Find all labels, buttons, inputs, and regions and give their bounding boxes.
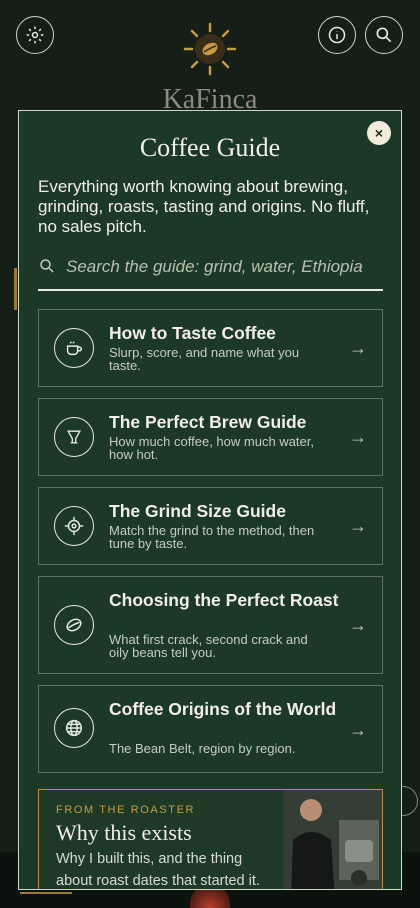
cup-icon (54, 328, 94, 368)
guide-card-title: The Perfect Brew Guide (109, 412, 307, 432)
search-icon (376, 27, 392, 43)
gear-icon (26, 26, 44, 44)
guide-card-description: What first crack, second crack and oily … (109, 632, 308, 660)
sun-bean-logo-icon (183, 22, 237, 76)
info-icon (328, 26, 346, 44)
search-button[interactable] (365, 16, 403, 54)
roaster-text: Why I built this, and the thing about ro… (56, 851, 260, 889)
arrow-right-icon: → (349, 338, 367, 358)
roaster-photo (283, 790, 382, 889)
guide-card-description: Slurp, score, and name what you taste. (109, 345, 300, 373)
guide-search (38, 249, 384, 291)
guide-card-title: Coffee Origins of the World (109, 699, 337, 719)
arrow-right-icon: → (349, 516, 367, 536)
guide-card-taste[interactable]: How to Taste Coffee Slurp, score, and na… (38, 309, 383, 387)
modal-title: Coffee Guide (139, 133, 281, 162)
guide-card-grind[interactable]: The Grind Size Guide Match the grind to … (38, 487, 383, 565)
search-input[interactable] (66, 253, 384, 281)
guide-card-title: How to Taste Coffee (109, 323, 276, 343)
arrow-right-icon: → (349, 720, 367, 740)
search-icon (40, 259, 54, 273)
coffee-guide-modal: × Coffee Guide Everything worth knowing … (18, 110, 402, 890)
guide-card-brew[interactable]: The Perfect Brew Guide How much coffee, … (38, 398, 383, 476)
info-button[interactable] (318, 16, 356, 54)
guide-card-roast[interactable]: Choosing the Perfect Roast What first cr… (38, 576, 383, 674)
arrow-right-icon: → (349, 427, 367, 447)
background-accent (14, 268, 17, 310)
bottom-tab-indicator (20, 892, 72, 894)
roaster-title: Why this exists (56, 820, 192, 845)
globe-icon (54, 708, 94, 748)
guide-card-description: The Bean Belt, region by region. (109, 741, 296, 756)
roaster-card[interactable]: FROM THE ROASTER Why this exists Why I b… (38, 789, 383, 889)
coffee-bean-icon (54, 605, 94, 645)
dripper-icon (54, 417, 94, 457)
guide-card-description: Match the grind to the method, then tune… (109, 523, 315, 551)
settings-button[interactable] (16, 16, 54, 54)
guide-card-title: Choosing the Perfect Roast (109, 590, 339, 610)
guide-card-description: How much coffee, how much water, how hot… (109, 434, 314, 462)
modal-intro: Everything worth knowing about brewing, … (38, 177, 370, 236)
target-icon (54, 506, 94, 546)
roaster-kicker: FROM THE ROASTER (56, 804, 196, 816)
guide-card-origins[interactable]: Coffee Origins of the World The Bean Bel… (38, 685, 383, 773)
arrow-right-icon: → (349, 615, 367, 635)
guide-card-title: The Grind Size Guide (109, 501, 286, 521)
